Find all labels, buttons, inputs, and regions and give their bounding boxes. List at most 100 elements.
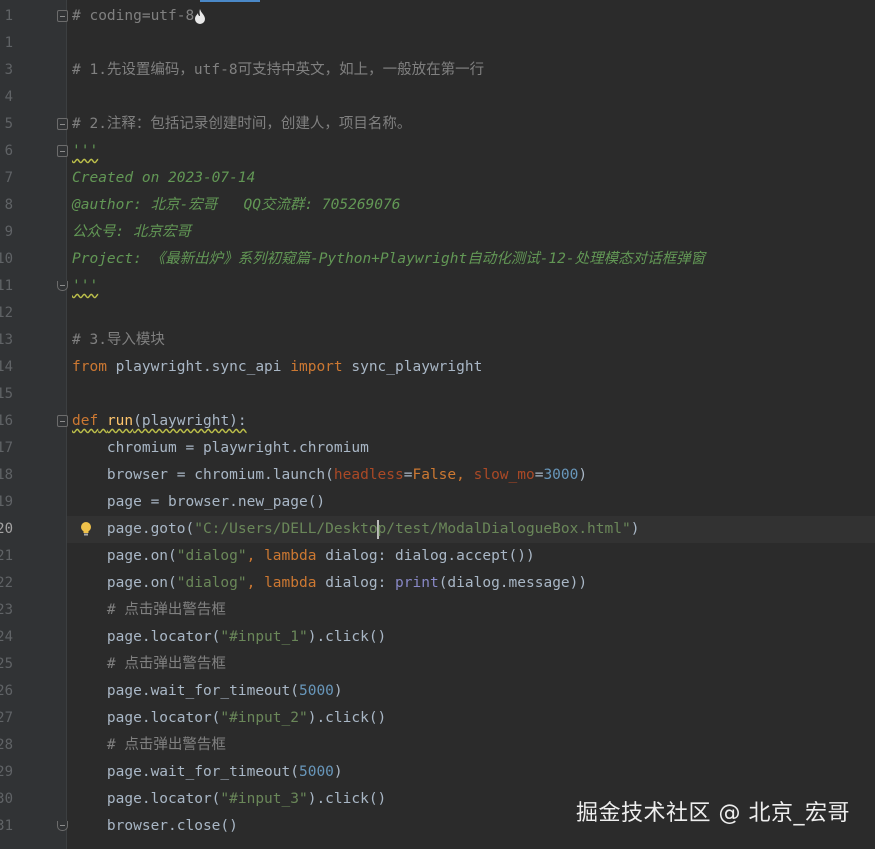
code-text[interactable]: browser = chromium.launch(headless=False… xyxy=(72,462,587,489)
code-token: lambda xyxy=(264,548,317,564)
code-text[interactable]: Project: 《最新出炉》系列初窥篇-Python+Playwright自动… xyxy=(72,246,705,273)
code-text[interactable]: Created on 2023-07-14 xyxy=(72,165,255,192)
code-line[interactable]: 19 page = browser.new_page() xyxy=(0,489,875,516)
line-number[interactable]: 15 xyxy=(0,381,13,408)
line-number[interactable]: 3 xyxy=(0,57,13,84)
line-number[interactable]: 27 xyxy=(0,705,13,732)
fold-collapse-icon[interactable] xyxy=(57,10,68,22)
line-number[interactable]: 13 xyxy=(0,327,13,354)
code-text[interactable]: page.on("dialog", lambda dialog: dialog.… xyxy=(72,543,535,570)
line-number[interactable]: 16 xyxy=(0,408,13,435)
line-number[interactable]: 25 xyxy=(0,651,13,678)
code-line[interactable]: 11 ''' xyxy=(0,273,875,300)
line-number[interactable]: 20 xyxy=(0,516,13,543)
line-number[interactable]: 7 xyxy=(0,165,13,192)
code-text[interactable]: # 3.导入模块 xyxy=(72,327,165,354)
code-line[interactable]: 16 def run(playwright): xyxy=(0,408,875,435)
code-text[interactable]: # 点击弹出警告框 xyxy=(72,732,226,759)
code-line[interactable]: 8 @author: 北京-宏哥 QQ交流群: 705269076 xyxy=(0,192,875,219)
line-number[interactable]: 18 xyxy=(0,462,13,489)
code-text[interactable]: # 点击弹出警告框 xyxy=(72,651,226,678)
code-text[interactable]: ''' xyxy=(72,273,98,300)
line-number[interactable]: 24 xyxy=(0,624,13,651)
code-line[interactable]: 1 xyxy=(0,30,875,57)
code-text[interactable]: page.wait_for_timeout(5000) xyxy=(72,678,343,705)
code-line[interactable]: 17 chromium = playwright.chromium xyxy=(0,435,875,462)
line-number[interactable]: 1 xyxy=(0,3,13,30)
code-line[interactable]: 6 ''' xyxy=(0,138,875,165)
code-line[interactable]: 28 # 点击弹出警告框 xyxy=(0,732,875,759)
line-number[interactable]: 22 xyxy=(0,570,13,597)
code-text[interactable]: page.locator("#input_2").click() xyxy=(72,705,386,732)
code-line[interactable]: 13 # 3.导入模块 xyxy=(0,327,875,354)
line-number[interactable]: 28 xyxy=(0,732,13,759)
fold-end-icon[interactable] xyxy=(57,281,68,291)
code-token: "dialog" xyxy=(176,548,247,564)
code-text[interactable]: page.locator("#input_1").click() xyxy=(72,624,386,651)
code-editor[interactable]: 1 # coding=utf-8 1 3 # 1.先设置编码，utf-8可支持中英文，如… xyxy=(0,0,875,849)
code-text[interactable]: page.locator("#input_3").click() xyxy=(72,786,386,813)
code-token: ''' xyxy=(72,143,99,159)
line-number[interactable]: 6 xyxy=(0,138,13,165)
code-text[interactable]: chromium = playwright.chromium xyxy=(72,435,369,462)
code-line[interactable]: 12 xyxy=(0,300,875,327)
line-number[interactable]: 10 xyxy=(0,246,13,273)
code-text[interactable]: page = browser.new_page() xyxy=(72,489,325,516)
code-token: 5000 xyxy=(298,764,334,780)
code-text[interactable]: page.wait_for_timeout(5000) xyxy=(72,759,343,786)
line-number[interactable]: 23 xyxy=(0,597,13,624)
code-line[interactable]: 29 page.wait_for_timeout(5000) xyxy=(0,759,875,786)
line-number[interactable]: 29 xyxy=(0,759,13,786)
code-line[interactable]: 4 xyxy=(0,84,875,111)
code-line[interactable]: 18 browser = chromium.launch(headless=Fa… xyxy=(0,462,875,489)
code-text[interactable]: # 点击弹出警告框 xyxy=(72,597,226,624)
line-number[interactable]: 19 xyxy=(0,489,13,516)
code-text[interactable]: @author: 北京-宏哥 QQ交流群: 705269076 xyxy=(72,192,400,219)
code-line[interactable]: 14 from playwright.sync_api import sync_p… xyxy=(0,354,875,381)
line-number[interactable]: 4 xyxy=(0,84,13,111)
code-line[interactable]: 24 page.locator("#input_1").click() xyxy=(0,624,875,651)
line-number[interactable]: 26 xyxy=(0,678,13,705)
code-line[interactable]: 25 # 点击弹出警告框 xyxy=(0,651,875,678)
code-text[interactable]: # 1.先设置编码，utf-8可支持中英文，如上，一般放在第一行 xyxy=(72,57,484,84)
code-text[interactable]: browser.close() xyxy=(72,813,238,840)
code-text[interactable]: from playwright.sync_api import sync_pla… xyxy=(72,354,482,381)
code-line[interactable]: 1 # coding=utf-8 xyxy=(0,3,875,30)
line-number[interactable]: 12 xyxy=(0,300,13,327)
line-number[interactable]: 21 xyxy=(0,543,13,570)
code-line[interactable]: 7 Created on 2023-07-14 xyxy=(0,165,875,192)
line-number[interactable]: 31 xyxy=(0,813,13,840)
code-text[interactable]: 公众号: 北京宏哥 xyxy=(72,219,191,246)
code-line[interactable]: 9 公众号: 北京宏哥 xyxy=(0,219,875,246)
line-number[interactable]: 30 xyxy=(0,786,13,813)
code-line[interactable]: 27 page.locator("#input_2").click() xyxy=(0,705,875,732)
line-number[interactable]: 9 xyxy=(0,219,13,246)
flame-icon xyxy=(195,8,206,24)
line-number[interactable]: 11 xyxy=(0,273,13,300)
code-text[interactable]: # coding=utf-8 xyxy=(72,3,206,30)
fold-end-icon[interactable] xyxy=(57,821,68,831)
code-line[interactable]: 22 page.on("dialog", lambda dialog: prin… xyxy=(0,570,875,597)
code-line[interactable]: 20 page.goto("C:/Users/DELL/Desktop/test… xyxy=(0,516,875,543)
code-text[interactable]: def run(playwright): xyxy=(72,408,247,435)
code-line[interactable]: 3 # 1.先设置编码，utf-8可支持中英文，如上，一般放在第一行 xyxy=(0,57,875,84)
code-line[interactable]: 23 # 点击弹出警告框 xyxy=(0,597,875,624)
code-text[interactable]: ''' xyxy=(72,138,98,165)
code-text[interactable]: page.goto("C:/Users/DELL/Desktop/test/Mo… xyxy=(72,516,639,543)
fold-collapse-icon[interactable] xyxy=(57,415,68,427)
fold-collapse-icon[interactable] xyxy=(57,145,68,157)
code-text[interactable]: page.on("dialog", lambda dialog: print(d… xyxy=(72,570,587,597)
line-number[interactable]: 1 xyxy=(0,30,13,57)
code-line[interactable]: 10 Project: 《最新出炉》系列初窥篇-Python+Playwright… xyxy=(0,246,875,273)
line-number[interactable]: 5 xyxy=(0,111,13,138)
code-text[interactable]: # 2.注释：包括记录创建时间，创建人，项目名称。 xyxy=(72,111,411,138)
code-token: page.on( xyxy=(72,575,177,591)
code-line[interactable]: 26 page.wait_for_timeout(5000) xyxy=(0,678,875,705)
code-line[interactable]: 15 xyxy=(0,381,875,408)
line-number[interactable]: 17 xyxy=(0,435,13,462)
line-number[interactable]: 14 xyxy=(0,354,13,381)
fold-collapse-icon[interactable] xyxy=(57,118,68,130)
code-line[interactable]: 21 page.on("dialog", lambda dialog: dial… xyxy=(0,543,875,570)
code-line[interactable]: 5 # 2.注释：包括记录创建时间，创建人，项目名称。 xyxy=(0,111,875,138)
line-number[interactable]: 8 xyxy=(0,192,13,219)
